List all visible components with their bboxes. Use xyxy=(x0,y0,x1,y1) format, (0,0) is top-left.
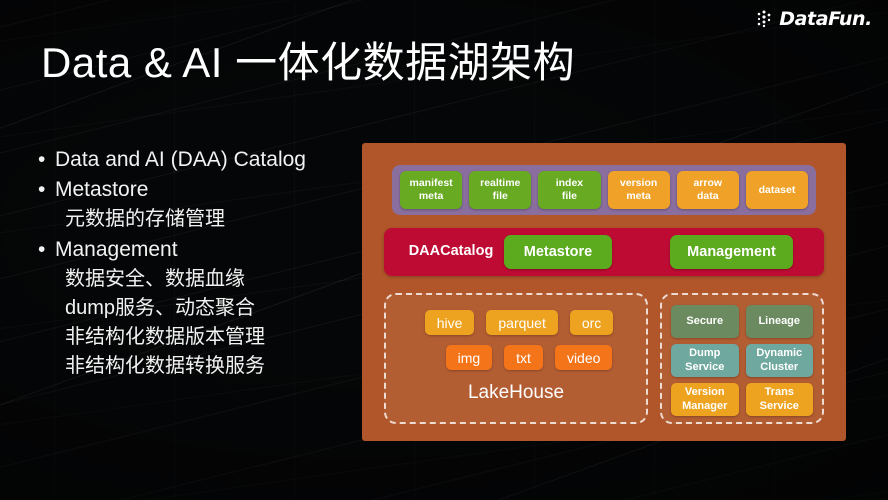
lakehouse-title: LakeHouse xyxy=(467,382,565,403)
daa-catalog-band: DAACatalog Metastore Management xyxy=(384,228,824,276)
service-chip-secure: Secure xyxy=(671,305,739,338)
list-item-label: dump服务、动态聚合 xyxy=(65,297,256,320)
list-item: 数据安全、数据血缘 xyxy=(38,265,358,294)
lakehouse-chip-hive: hive xyxy=(424,310,475,335)
bullet-list: • Data and AI (DAA) Catalog • Metastore … xyxy=(38,145,358,382)
slide-canvas: DataFun. Data & AI 一体化数据湖架构 • Data and A… xyxy=(0,0,888,500)
list-item-label: 非结构化数据转换服务 xyxy=(65,355,265,378)
metadata-strip: manifest meta realtime file index file vers… xyxy=(392,165,816,215)
services-grid: Secure Lineage Dump Service Dynamic Cluste… xyxy=(671,305,813,416)
lakehouse-box: hive parquet orc img txt video LakeHouse xyxy=(384,293,648,424)
list-item: 非结构化数据转换服务 xyxy=(38,352,358,381)
list-item-label: Data and AI (DAA) Catalog xyxy=(55,148,306,171)
list-item: • Management xyxy=(38,235,358,265)
metadata-chip-manifest-meta: manifest meta xyxy=(400,171,463,209)
bullet-marker: • xyxy=(38,148,46,171)
list-item-label: Metastore xyxy=(55,178,149,202)
list-item-label: Management xyxy=(55,237,178,261)
lakehouse-chip-img: img xyxy=(445,345,493,370)
lakehouse-chip-txt: txt xyxy=(504,345,543,370)
lakehouse-chip-video: video xyxy=(554,345,613,370)
bullet-marker: • xyxy=(38,178,46,202)
lakehouse-chip-parquet: parquet xyxy=(486,310,558,335)
list-item: • Data and AI (DAA) Catalog xyxy=(38,145,358,175)
service-chip-version-manager: Version Manager xyxy=(671,383,739,416)
architecture-diagram-panel: manifest meta realtime file index file vers… xyxy=(362,143,846,441)
services-box: Secure Lineage Dump Service Dynamic Cluste… xyxy=(660,293,824,424)
metadata-chip-version-meta: version meta xyxy=(607,171,670,209)
management-block: Management xyxy=(670,235,793,269)
lakehouse-format-row: hive parquet orc xyxy=(386,310,646,335)
service-chip-lineage: Lineage xyxy=(745,305,813,338)
metastore-block: Metastore xyxy=(504,235,612,269)
metadata-chip-arrow-data: arrow data xyxy=(676,171,739,209)
lakehouse-unstructured-row: img txt video xyxy=(386,345,646,370)
list-item: • Metastore xyxy=(38,175,358,205)
service-chip-dump-service: Dump Service xyxy=(671,344,739,377)
list-item-label: 数据安全、数据血缘 xyxy=(65,267,245,290)
list-item: dump服务、动态聚合 xyxy=(38,294,358,323)
list-item-label: 元数据的存储管理 xyxy=(65,208,225,231)
list-item: 非结构化数据版本管理 xyxy=(38,323,358,352)
scatter-dots-icon xyxy=(757,10,771,28)
metadata-chip-index-file: index file xyxy=(538,171,601,209)
logo-wordmark: DataFun. xyxy=(779,7,872,30)
bullet-marker: • xyxy=(38,237,46,261)
service-chip-dynamic-cluster: Dynamic Cluster xyxy=(745,344,813,377)
metadata-chip-realtime-file: realtime file xyxy=(469,171,532,209)
list-item: 元数据的存储管理 xyxy=(38,205,358,234)
metadata-chip-dataset: dataset xyxy=(745,171,809,209)
service-chip-trans-service: Trans Service xyxy=(745,383,813,416)
daa-catalog-label: DAACatalog xyxy=(408,243,494,260)
datafun-logo: DataFun. xyxy=(756,9,872,29)
diagram-lower-row: hive parquet orc img txt video LakeHouse… xyxy=(384,293,824,424)
list-item-label: 非结构化数据版本管理 xyxy=(65,326,265,349)
page-title: Data & AI 一体化数据湖架构 xyxy=(41,39,576,86)
lakehouse-chip-orc: orc xyxy=(569,310,614,335)
